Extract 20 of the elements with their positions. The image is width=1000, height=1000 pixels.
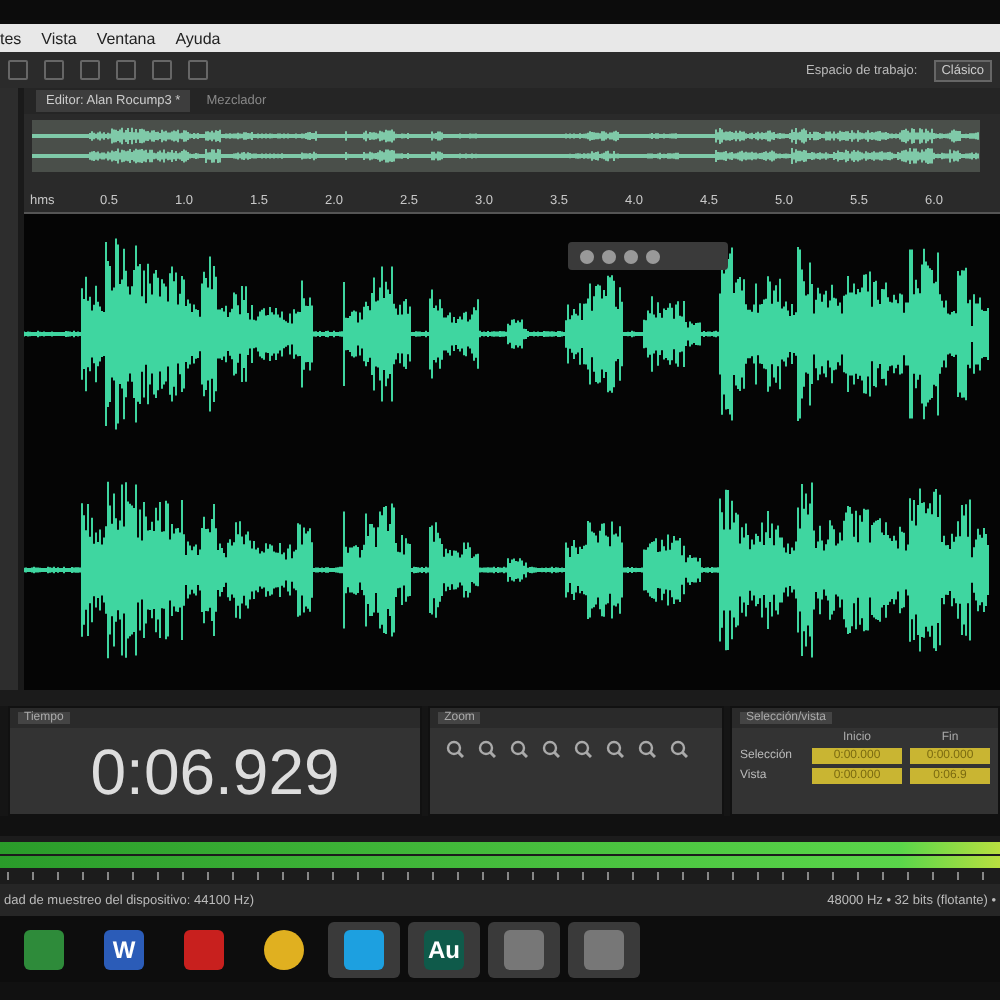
zoom-icon[interactable] bbox=[542, 740, 561, 758]
zoom-icon[interactable] bbox=[670, 740, 689, 758]
menu-item[interactable]: Ayuda bbox=[175, 29, 221, 47]
menu-item[interactable]: Vista bbox=[41, 29, 77, 47]
taskbar-button[interactable] bbox=[568, 921, 640, 977]
zoom-icon[interactable] bbox=[638, 740, 657, 758]
zoom-icon[interactable] bbox=[510, 740, 529, 758]
time-display: 0:06.929 bbox=[88, 736, 342, 810]
zoom-icon[interactable] bbox=[478, 740, 497, 758]
menu-item[interactable]: Ventana bbox=[96, 29, 156, 47]
taskbar-button[interactable] bbox=[488, 921, 560, 977]
zoom-icon[interactable] bbox=[446, 740, 465, 758]
taskbar-button[interactable] bbox=[328, 921, 400, 977]
menu-item[interactable]: tes bbox=[0, 29, 22, 47]
taskbar-button[interactable]: Au bbox=[408, 921, 480, 977]
document-icon: W bbox=[104, 929, 144, 969]
zoom-icon[interactable] bbox=[574, 740, 593, 758]
audio-app-icon: Au bbox=[424, 929, 464, 969]
zoom-icon[interactable] bbox=[606, 740, 625, 758]
taskbar-button[interactable]: W bbox=[88, 921, 160, 977]
